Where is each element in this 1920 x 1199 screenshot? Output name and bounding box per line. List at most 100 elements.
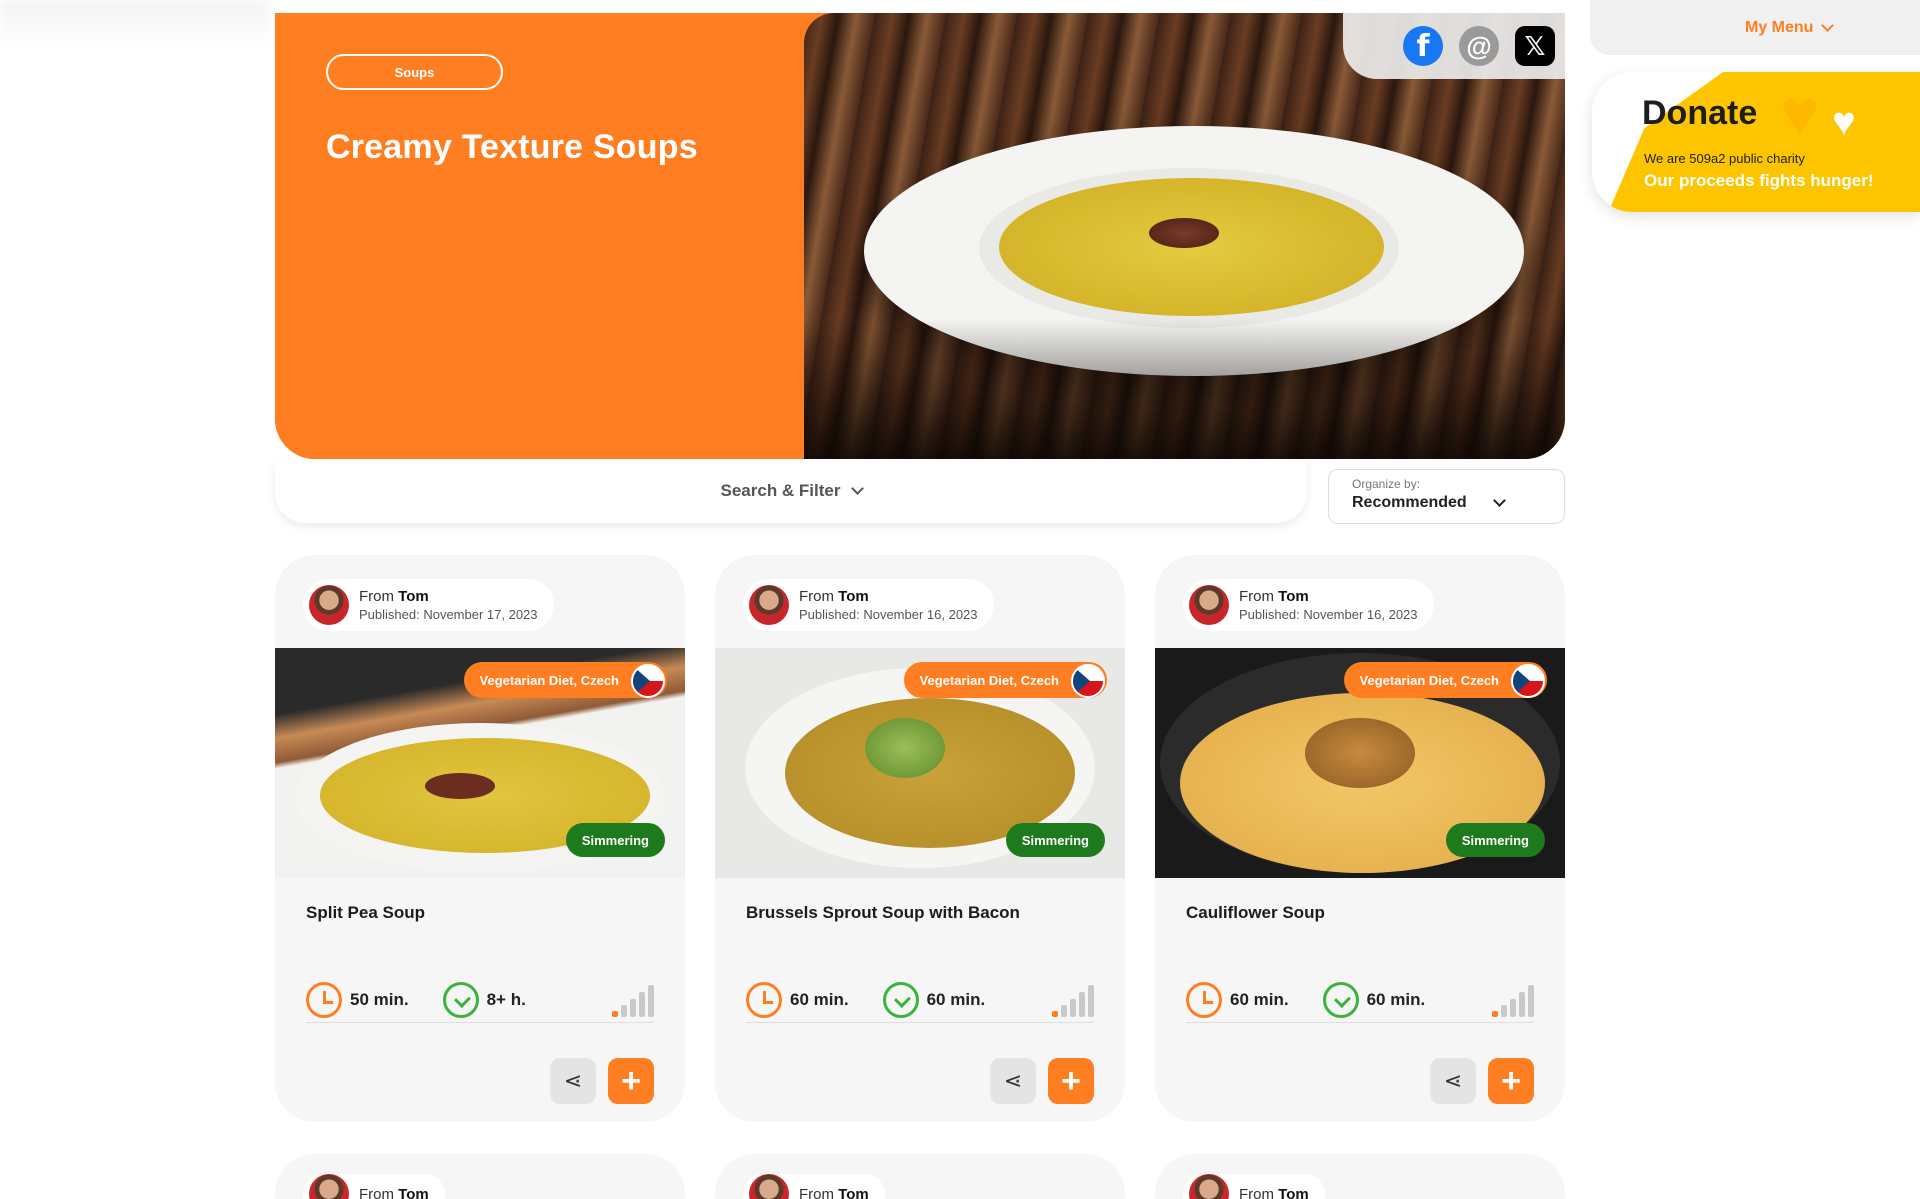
recipe-stats: 60 min. 60 min.	[746, 978, 1094, 1023]
status-badge: Simmering	[1445, 823, 1545, 857]
author-badge[interactable]: From Tom	[303, 1174, 445, 1199]
prep-time: 60 min.	[790, 990, 849, 1009]
author-badge[interactable]: From Tom Published: November 17, 2023	[303, 579, 554, 631]
published-date: Published: November 16, 2023	[799, 607, 978, 622]
donate-banner[interactable]: ♥ ♥ Donate We are 509a2 public charity O…	[1592, 72, 1920, 212]
search-filter-label: Search & Filter	[720, 481, 841, 500]
from-label: From	[1239, 588, 1274, 605]
organize-by-select[interactable]: Organize by: Recommended	[1328, 469, 1565, 524]
clock-icon	[1186, 982, 1222, 1018]
clock-icon	[306, 982, 342, 1018]
author-name: Tom	[838, 588, 869, 605]
difficulty-bars-icon	[1052, 983, 1094, 1017]
czech-flag-icon	[1071, 664, 1105, 698]
donate-subtitle: We are 509a2 public charity	[1644, 151, 1805, 166]
page-title: Creamy Texture Soups	[326, 128, 698, 166]
timer-check-icon	[882, 982, 919, 1018]
organize-label: Organize by:	[1352, 477, 1421, 491]
plus-icon: +	[1061, 1062, 1081, 1100]
published-date: Published: November 16, 2023	[1239, 607, 1418, 622]
topping-shape	[1149, 218, 1219, 248]
share-button[interactable]: ⋖	[550, 1058, 596, 1104]
add-to-menu-button[interactable]: +	[1488, 1058, 1534, 1104]
author-badge[interactable]: From Tom Published: November 16, 2023	[743, 579, 994, 631]
share-button[interactable]: ⋖	[990, 1058, 1036, 1104]
donate-cta: Our proceeds fights hunger!	[1644, 171, 1874, 190]
my-menu-label: My Menu	[1745, 18, 1814, 36]
recipe-title[interactable]: Brussels Sprout Soup with Bacon	[746, 903, 1020, 923]
czech-flag-icon	[631, 664, 665, 698]
from-label: From	[359, 588, 394, 605]
plus-icon: +	[621, 1062, 641, 1100]
chevron-down-icon	[1492, 494, 1506, 507]
author-name: Tom	[838, 1185, 869, 1199]
clock-icon	[746, 982, 782, 1018]
czech-flag-icon	[1511, 664, 1545, 698]
total-time: 60 min.	[926, 990, 986, 1009]
timer-check-icon	[1322, 982, 1359, 1018]
author-name: Tom	[1278, 588, 1309, 605]
share-icon: ⋖	[563, 1068, 583, 1093]
from-label: From	[799, 588, 834, 605]
from-label: From	[799, 1185, 834, 1199]
difficulty-bars-icon	[612, 983, 654, 1017]
published-date: Published: November 17, 2023	[359, 607, 538, 622]
recipe-stats: 50 min. 8+ h.	[306, 978, 654, 1023]
timer-check-icon	[442, 982, 479, 1018]
add-to-menu-button[interactable]: +	[608, 1058, 654, 1104]
author-name: Tom	[398, 1185, 429, 1199]
hero-image: f @ 𝕏	[804, 13, 1565, 459]
hero-text-panel: Soups Creamy Texture Soups	[275, 13, 804, 459]
at-sign-icon[interactable]: @	[1459, 26, 1499, 66]
photo-shadow	[804, 319, 1565, 459]
status-badge: Simmering	[1005, 823, 1105, 857]
category-pill[interactable]: Soups	[326, 54, 503, 90]
share-panel: f @ 𝕏	[1343, 13, 1565, 79]
chevron-down-icon	[1821, 18, 1835, 32]
recipe-title[interactable]: Split Pea Soup	[306, 903, 425, 923]
facebook-icon[interactable]: f	[1403, 26, 1443, 66]
chevron-down-icon	[850, 482, 864, 495]
recipe-card[interactable]: From Tom Published: November 16, 2023 Ve…	[715, 555, 1125, 1122]
search-filter-toggle[interactable]: Search & Filter	[275, 459, 1307, 523]
heart-icon: ♥	[1780, 76, 1820, 150]
total-time: 8+ h.	[486, 990, 526, 1009]
plus-icon: +	[1501, 1062, 1521, 1100]
recipe-card[interactable]: From Tom Published: November 16, 2023 Ve…	[1155, 555, 1565, 1122]
avatar	[749, 1174, 789, 1199]
avatar	[309, 1174, 349, 1199]
share-icon: ⋖	[1443, 1068, 1463, 1093]
prep-time: 50 min.	[350, 990, 409, 1009]
total-time: 60 min.	[1366, 990, 1426, 1009]
status-badge: Simmering	[565, 823, 665, 857]
share-icon: ⋖	[1003, 1068, 1023, 1093]
share-button[interactable]: ⋖	[1430, 1058, 1476, 1104]
recipe-card[interactable]: From Tom	[715, 1154, 1125, 1199]
recipe-card[interactable]: From Tom Published: November 17, 2023 Ve…	[275, 555, 685, 1122]
from-label: From	[1239, 1185, 1274, 1199]
donate-yellow-shape	[1608, 72, 1920, 212]
add-to-menu-button[interactable]: +	[1048, 1058, 1094, 1104]
author-badge[interactable]: From Tom	[1183, 1174, 1325, 1199]
organize-value: Recommended	[1352, 494, 1467, 511]
recipe-card[interactable]: From Tom	[275, 1154, 685, 1199]
author-badge[interactable]: From Tom	[743, 1174, 885, 1199]
author-badge[interactable]: From Tom Published: November 16, 2023	[1183, 579, 1434, 631]
author-name: Tom	[398, 588, 429, 605]
donate-title: Donate	[1642, 94, 1758, 132]
avatar	[749, 585, 789, 625]
author-name: Tom	[1278, 1185, 1309, 1199]
heart-icon: ♥	[1832, 100, 1856, 144]
my-menu-dropdown[interactable]: My Menu	[1590, 0, 1920, 55]
avatar	[309, 585, 349, 625]
recipe-card[interactable]: From Tom	[1155, 1154, 1565, 1199]
avatar	[1189, 1174, 1229, 1199]
avatar	[1189, 585, 1229, 625]
recipe-title[interactable]: Cauliflower Soup	[1186, 903, 1325, 923]
x-icon[interactable]: 𝕏	[1515, 26, 1555, 66]
recipe-stats: 60 min. 60 min.	[1186, 978, 1534, 1023]
top-shadow	[0, 0, 270, 50]
from-label: From	[359, 1185, 394, 1199]
hero-banner: Soups Creamy Texture Soups f @ 𝕏	[275, 13, 1565, 459]
prep-time: 60 min.	[1230, 990, 1289, 1009]
